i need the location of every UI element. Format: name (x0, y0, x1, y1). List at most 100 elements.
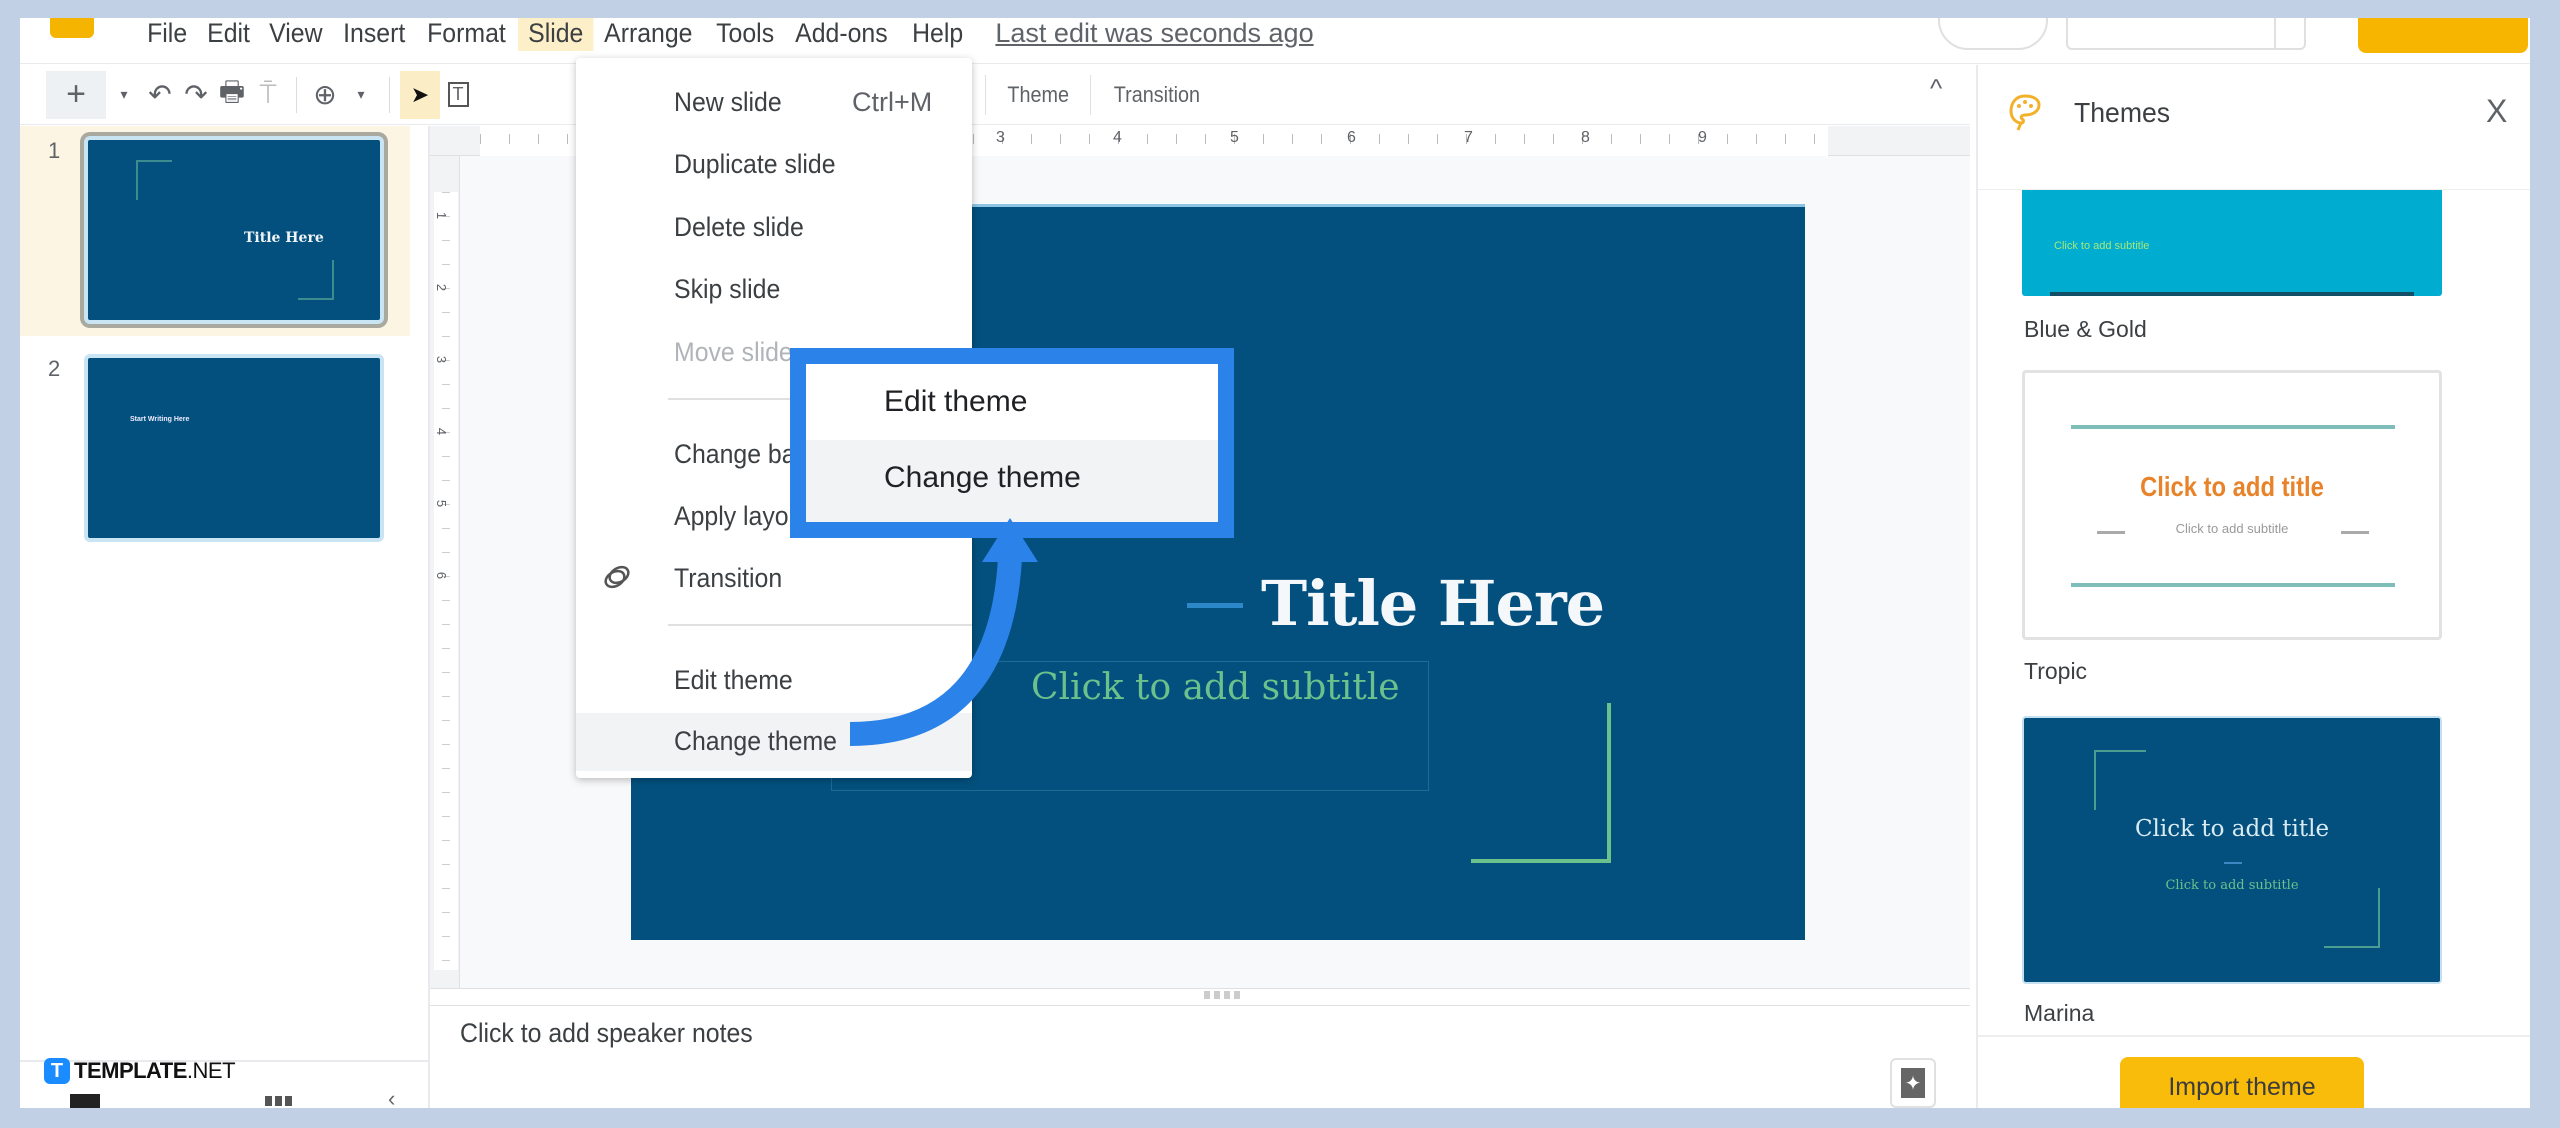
speaker-notes-field[interactable]: Click to add speaker notes (460, 1018, 753, 1049)
menu-bar: File Edit View Insert Format Slide Arran… (20, 18, 2530, 64)
theme-thumb-corner (2094, 750, 2146, 810)
transition-icon (604, 565, 630, 589)
menu-edit[interactable]: Edit (197, 18, 260, 51)
new-slide-button[interactable]: + (46, 70, 106, 119)
filmstrip-slide-2[interactable]: 2 Start Writing Here (20, 344, 410, 554)
filmstrip-slide-1[interactable]: 1 Title Here (20, 126, 410, 336)
zoom-dropdown-icon[interactable]: ▾ (343, 71, 379, 119)
thumb-corner-decoration (298, 260, 334, 300)
grid-view-icon[interactable] (265, 1096, 293, 1106)
themes-header: Themes X (1978, 65, 2530, 137)
explore-button[interactable]: ✦ (1890, 1058, 1936, 1108)
collapse-filmstrip-icon[interactable]: ‹ (388, 1086, 395, 1108)
menu-item-skip-slide[interactable]: Skip slide (576, 261, 972, 317)
slide-number: 2 (48, 356, 61, 381)
thumb-title: Title Here (244, 230, 324, 246)
transition-button[interactable]: Transition (1098, 71, 1217, 119)
theme-name[interactable]: Tropic (2024, 658, 2087, 685)
last-edit-link[interactable]: Last edit was seconds ago (995, 18, 1313, 49)
ruler-label: 3 (434, 355, 450, 364)
menu-slide[interactable]: Slide (518, 18, 594, 51)
menu-view[interactable]: View (259, 18, 333, 51)
theme-card-tropic[interactable]: Click to add title Click to add subtitle (2022, 370, 2442, 640)
vertical-ruler: 1 2 3 4 5 6 (430, 156, 460, 988)
theme-card-marina[interactable]: Click to add title Click to add subtitle (2022, 716, 2442, 984)
slide-number: 1 (48, 138, 61, 163)
menu-arrange[interactable]: Arrange (594, 18, 703, 51)
explore-icon: ✦ (1901, 1068, 1925, 1098)
callout-edit-theme[interactable]: Edit theme (806, 364, 1218, 440)
menu-item-duplicate-slide[interactable]: Duplicate slide (576, 136, 972, 192)
toolbar: + ▾ ↶ ↷ 🖶 ⍑ ⊕ ▾ ➤ T ckground Layout▾ The… (20, 65, 1970, 125)
theme-thumbnail[interactable]: Click to add title Click to add subtitle (2022, 370, 2442, 640)
menu-addons[interactable]: Add-ons (785, 18, 898, 51)
menu-item-label: Change theme (674, 726, 837, 756)
menu-item-delete-slide[interactable]: Delete slide (576, 199, 972, 255)
share-button[interactable] (2358, 18, 2528, 53)
ruler-label: 1 (434, 211, 450, 220)
undo-icon[interactable]: ↶ (142, 71, 178, 119)
theme-name[interactable]: Marina (2024, 1000, 2094, 1027)
theme-thumbnail[interactable]: Click to add title Click to add subtitle (2022, 716, 2442, 984)
menu-item-label: Skip slide (674, 274, 781, 304)
select-cursor-icon[interactable]: ➤ (400, 70, 440, 119)
import-theme-button[interactable]: Import theme (2120, 1057, 2364, 1108)
thumb-title: Start Writing Here (130, 416, 190, 423)
themes-panel: Themes X Click to add subtitle Blue & Go… (1976, 65, 2530, 1108)
theme-name[interactable]: Blue & Gold (2024, 316, 2147, 343)
themes-title: Themes (2074, 97, 2171, 128)
menu-items: File Edit View Insert Format Slide Arran… (137, 18, 1314, 51)
toolbar-divider (296, 76, 297, 113)
menu-item-change-theme[interactable]: Change theme (576, 713, 972, 771)
slide-thumbnail[interactable]: Start Writing Here (84, 354, 384, 542)
menu-help[interactable]: Help (902, 18, 973, 51)
menu-format[interactable]: Format (417, 18, 516, 51)
menu-item-transition[interactable]: Transition (576, 550, 972, 606)
menu-item-new-slide[interactable]: New slide Ctrl+M (576, 74, 972, 130)
ruler-label: 4 (434, 427, 450, 436)
callout-change-theme[interactable]: Change theme (806, 440, 1218, 522)
theme-thumb-corner (2324, 888, 2380, 948)
theme-thumb-line (2071, 425, 2395, 429)
template-net-watermark: T TEMPLATE.NET (44, 1058, 236, 1084)
textbox-icon[interactable]: T (440, 71, 476, 119)
slide-subtitle[interactable]: Click to add subtitle (1031, 667, 1400, 708)
toolbar-divider (389, 76, 390, 113)
slide-corner-decoration (1471, 703, 1611, 863)
menu-insert[interactable]: Insert (333, 18, 415, 51)
menu-item-label: Edit theme (674, 665, 793, 695)
menu-item-label: Move slide (674, 337, 793, 367)
ruler-label: 2 (434, 283, 450, 292)
paint-format-icon[interactable]: ⍑ (250, 71, 286, 119)
import-theme-footer: Import theme (1978, 1035, 2530, 1108)
ruler-label: 6 (434, 571, 450, 580)
present-button[interactable] (2066, 18, 2306, 50)
menu-file[interactable]: File (137, 18, 197, 51)
drag-handle-icon[interactable] (1204, 991, 1244, 999)
theme-thumb-subtitle: Click to add subtitle (2054, 240, 2150, 252)
redo-icon[interactable]: ↷ (178, 71, 214, 119)
slide-title[interactable]: Title Here (1261, 567, 1605, 640)
menu-item-label: Transition (674, 563, 783, 593)
print-icon[interactable]: 🖶 (214, 71, 250, 119)
toolbar-divider (984, 74, 986, 115)
notes-resize-bar[interactable] (430, 988, 1970, 1006)
slides-logo-icon[interactable] (50, 18, 94, 38)
filmstrip-view-icon[interactable] (70, 1094, 100, 1108)
menu-item-edit-theme[interactable]: Edit theme (576, 652, 972, 708)
close-icon[interactable]: X (2486, 93, 2507, 130)
comment-history-button[interactable] (1938, 18, 2048, 50)
collapse-toolbar-icon[interactable]: ^ (1930, 73, 1942, 104)
zoom-icon[interactable]: ⊕ (307, 71, 343, 119)
menu-item-label: Delete slide (674, 212, 804, 242)
theme-card-blue-gold[interactable]: Click to add subtitle (2022, 190, 2442, 296)
new-slide-dropdown-icon[interactable]: ▾ (106, 71, 142, 119)
theme-button[interactable]: Theme (991, 71, 1085, 119)
menu-tools[interactable]: Tools (706, 18, 784, 51)
theme-list[interactable]: Click to add subtitle Blue & Gold Click … (1978, 189, 2530, 1035)
slide-thumbnail[interactable]: Title Here (84, 136, 384, 324)
theme-thumb-title: Click to add title (2140, 471, 2324, 502)
theme-thumbnail[interactable]: Click to add subtitle (2022, 190, 2442, 296)
brand-suffix: .NET (186, 1058, 236, 1083)
textbox-glyph: T (447, 82, 469, 107)
